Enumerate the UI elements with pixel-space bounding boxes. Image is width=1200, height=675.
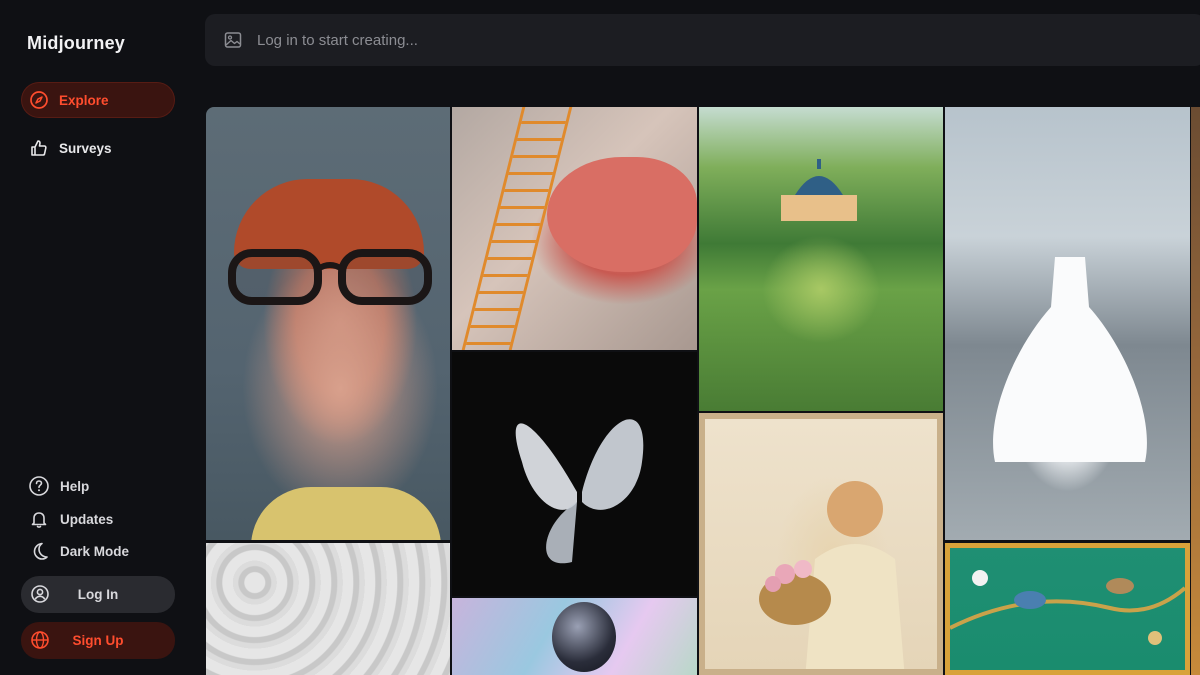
- updates-link[interactable]: Updates: [28, 508, 113, 530]
- help-icon: [28, 475, 50, 497]
- compass-icon: [29, 90, 49, 110]
- log-in-label: Log In: [77, 587, 119, 602]
- wedding-dress-hall-image: [993, 257, 1147, 462]
- gallery-tile-horses[interactable]: [206, 543, 450, 675]
- glasses-shape: [228, 249, 432, 305]
- park-palace-illustration-image: [781, 159, 857, 221]
- help-link[interactable]: Help: [28, 475, 89, 497]
- gallery-tile-edge[interactable]: [1191, 107, 1200, 675]
- sign-up-label: Sign Up: [72, 633, 124, 648]
- gallery-tile-park[interactable]: [699, 107, 943, 411]
- moon-icon: [28, 540, 50, 562]
- globe-icon: [30, 630, 50, 650]
- gallery-tile-birds[interactable]: [945, 543, 1190, 675]
- nav-surveys[interactable]: Surveys: [21, 130, 175, 166]
- bell-icon: [28, 508, 50, 530]
- girl-with-flower-basket-image: [759, 481, 905, 669]
- sign-up-button[interactable]: Sign Up: [21, 622, 175, 659]
- gallery-tile-girl[interactable]: [699, 413, 943, 675]
- user-circle-icon: [30, 584, 50, 604]
- app-root: Midjourney Explore Surveys Help Updates: [0, 0, 1200, 675]
- dark-mode-toggle[interactable]: Dark Mode: [28, 540, 129, 562]
- gallery-tile-butterfly[interactable]: [452, 352, 697, 596]
- gallery-tile-portrait[interactable]: [206, 107, 450, 540]
- lips-miniature-workers-image: [547, 157, 697, 272]
- nav-explore[interactable]: Explore: [21, 82, 175, 118]
- prompt-bar[interactable]: Log in to start creating...: [205, 14, 1200, 66]
- log-in-button[interactable]: Log In: [21, 576, 175, 613]
- image-icon: [223, 30, 243, 50]
- help-label: Help: [60, 478, 90, 494]
- birds-tapestry-image: [950, 570, 1185, 645]
- updates-label: Updates: [60, 511, 114, 527]
- brand-logo[interactable]: Midjourney: [27, 33, 125, 54]
- thumbs-up-icon: [29, 138, 49, 158]
- nav-surveys-label: Surveys: [59, 140, 112, 156]
- sweater-shape: [251, 487, 441, 540]
- sidebar: Midjourney Explore Surveys Help Updates: [0, 0, 196, 675]
- prompt-placeholder: Log in to start creating...: [257, 31, 418, 49]
- gallery-tile-astronaut[interactable]: [452, 598, 697, 675]
- astronaut-helmet-image: [552, 602, 616, 672]
- nav-explore-label: Explore: [59, 92, 109, 108]
- white-horses-image: [206, 543, 450, 675]
- crystal-butterfly-image: [515, 419, 644, 564]
- gallery-tile-lips[interactable]: [452, 107, 697, 350]
- gallery-tile-dress[interactable]: [945, 107, 1190, 540]
- partial-edge-image: [1191, 107, 1200, 675]
- dark-mode-label: Dark Mode: [60, 543, 130, 559]
